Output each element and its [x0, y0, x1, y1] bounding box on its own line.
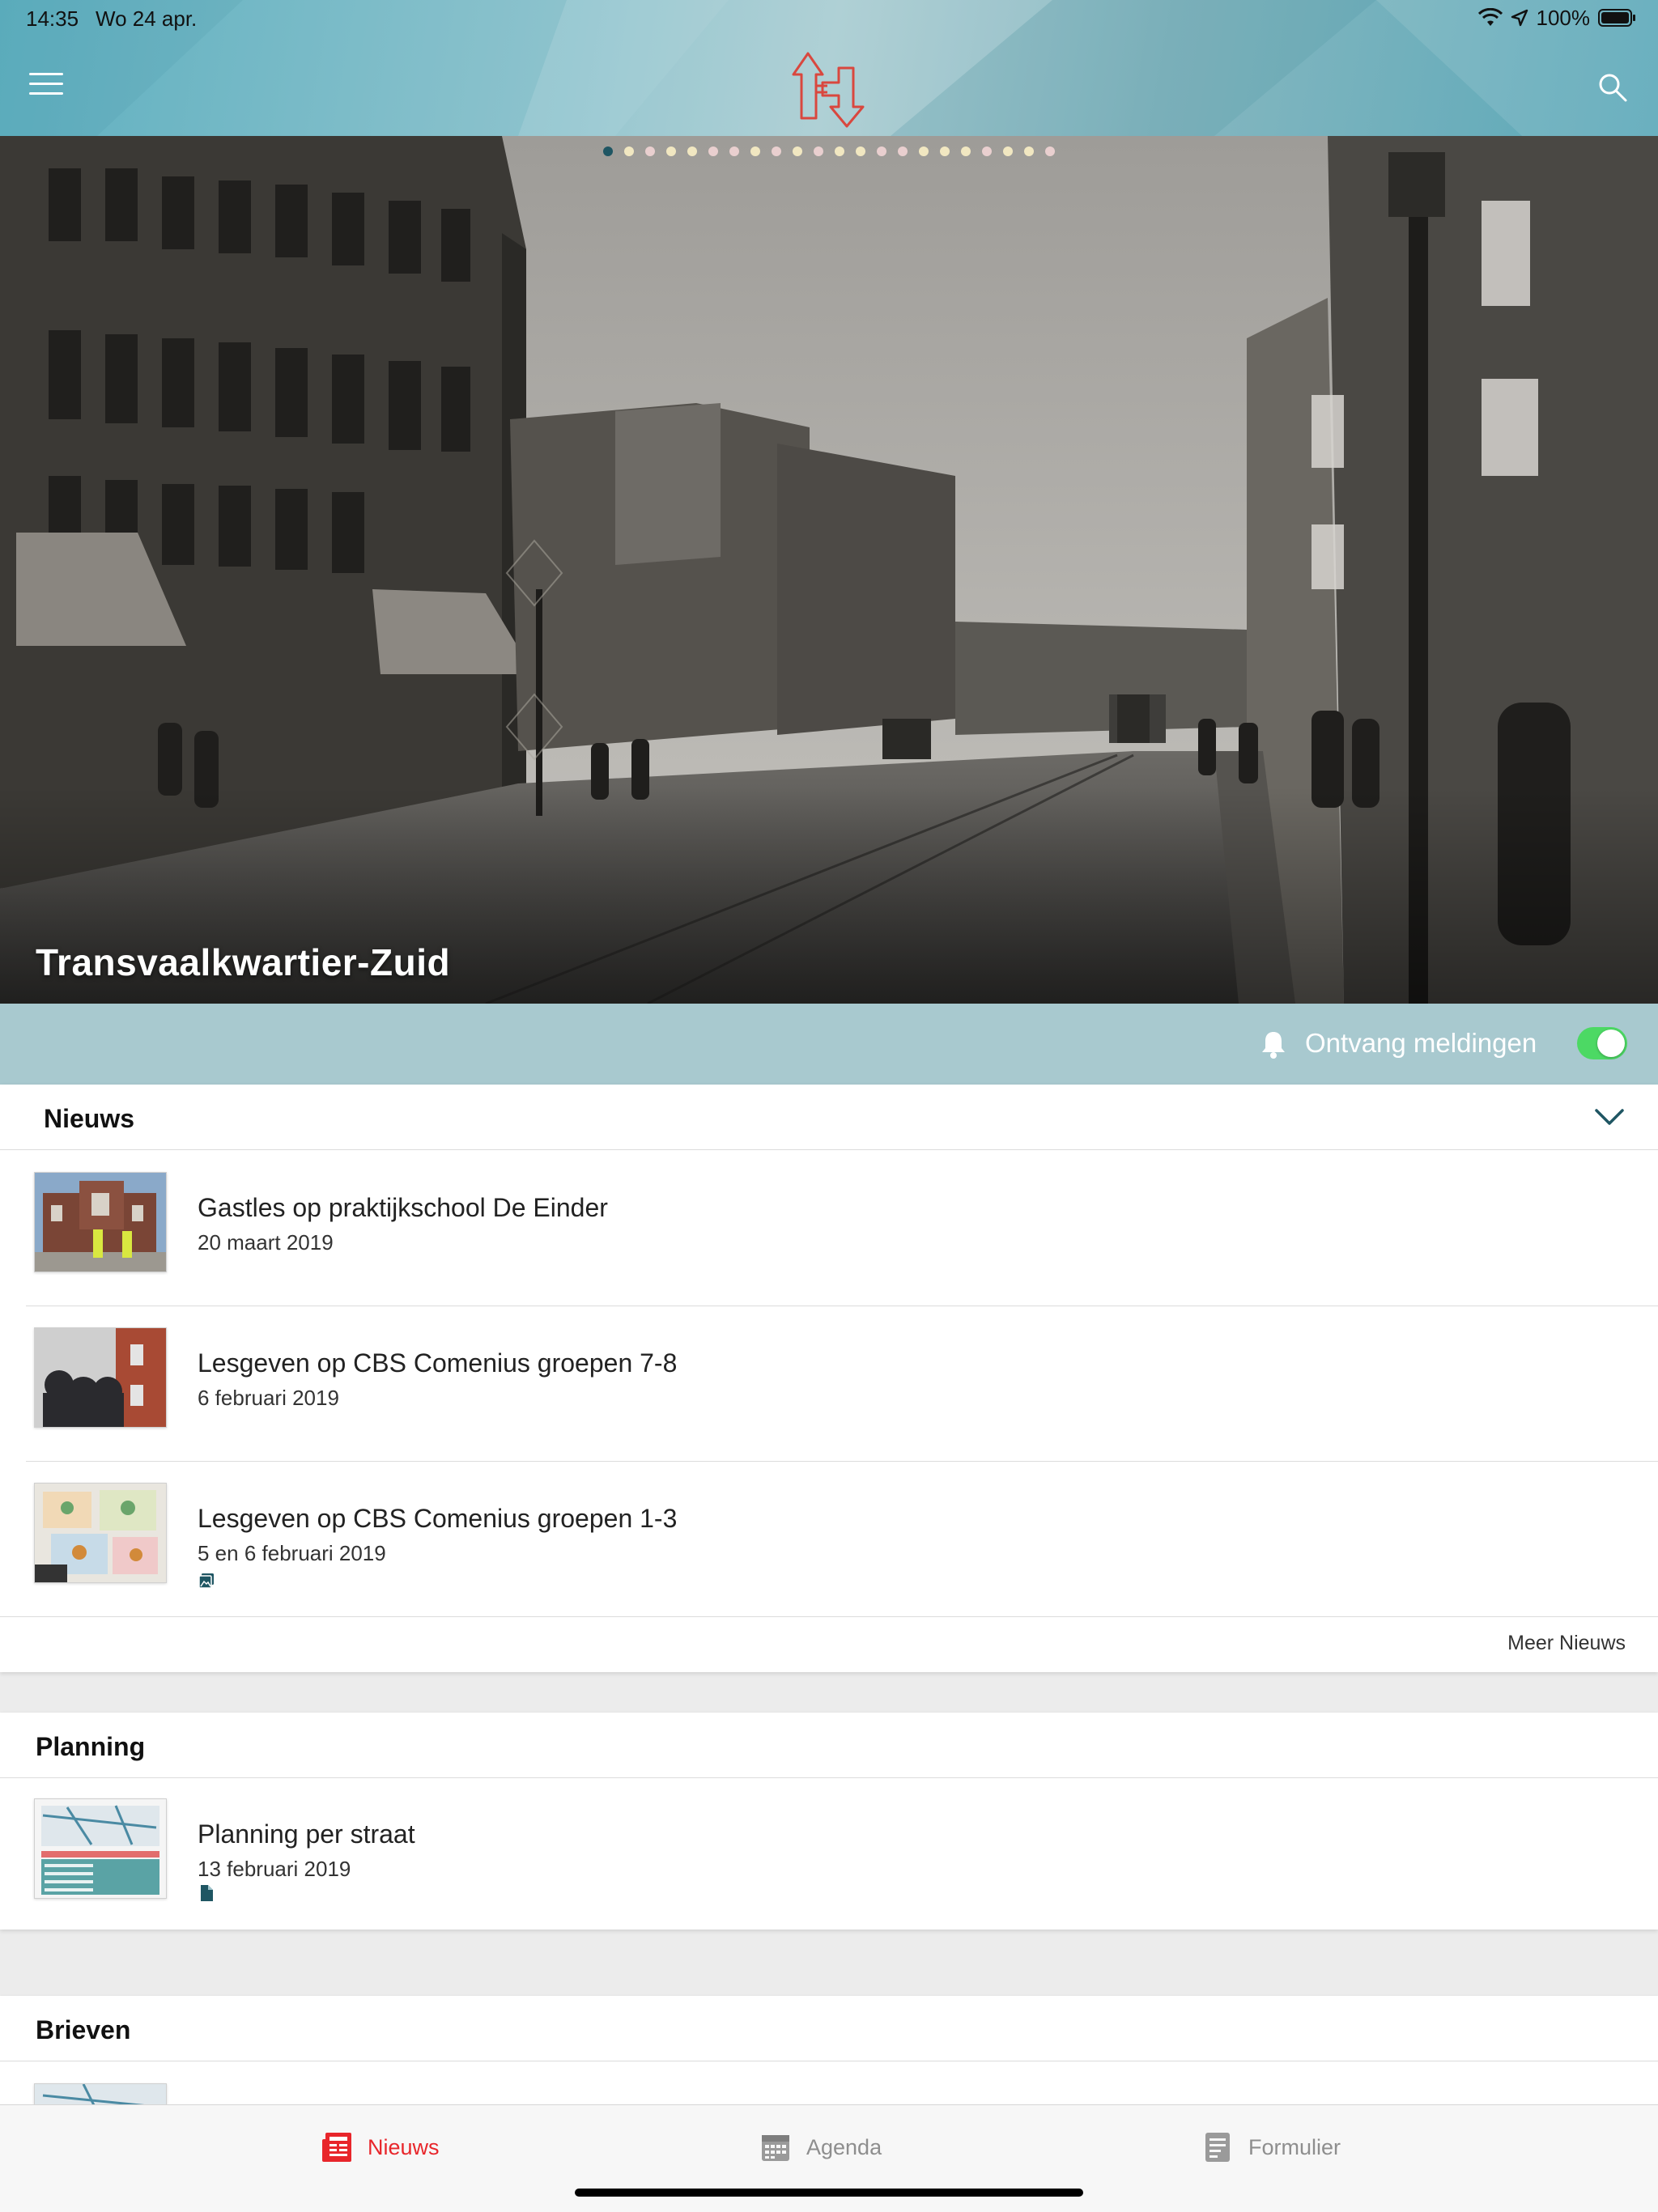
carousel-dot[interactable] — [772, 146, 781, 156]
tab-agenda-label: Agenda — [806, 2134, 882, 2159]
news-item[interactable]: Lesgeven op CBS Comenius groepen 7-8 6 f… — [0, 1306, 1658, 1462]
form-icon — [1205, 2133, 1230, 2162]
news-item-date: 5 en 6 februari 2019 — [198, 1541, 386, 1565]
carousel-dot[interactable] — [1003, 146, 1013, 156]
planning-item[interactable]: Planning per straat 13 februari 2019 — [0, 1779, 1658, 1930]
chevron-down-icon[interactable] — [1593, 1107, 1626, 1127]
tab-nieuws[interactable]: Nieuws — [321, 2129, 440, 2165]
battery-percent: 100% — [1536, 5, 1591, 30]
hamburger-icon — [29, 73, 63, 75]
letters-header: Brieven — [0, 1996, 1658, 2061]
tab-agenda[interactable]: Agenda — [759, 2129, 882, 2165]
news-item-title: Gastles op praktijkschool De Einder — [198, 1193, 608, 1222]
document-icon — [201, 1885, 213, 1901]
top-bar: 14:35 Wo 24 apr. 100% — [0, 0, 1658, 136]
carousel-dot[interactable] — [708, 146, 718, 156]
carousel-dot[interactable] — [729, 146, 739, 156]
news-thumbnail — [34, 1483, 167, 1583]
carousel-dot[interactable] — [645, 146, 655, 156]
wifi-icon — [1477, 8, 1503, 26]
news-item-title: Lesgeven op CBS Comenius groepen 1-3 — [198, 1504, 678, 1533]
carousel-dot[interactable] — [982, 146, 992, 156]
search-icon[interactable] — [1596, 71, 1629, 104]
carousel-dot[interactable] — [961, 146, 971, 156]
news-item-title: Lesgeven op CBS Comenius groepen 7-8 — [198, 1348, 678, 1378]
carousel-dot[interactable] — [856, 146, 865, 156]
carousel-dot[interactable] — [603, 146, 613, 156]
news-item[interactable]: Gastles op praktijkschool De Einder 20 m… — [0, 1151, 1658, 1306]
news-card: Nieuws Gastles op praktijkschool De Eind… — [0, 1085, 1658, 1672]
carousel-dot[interactable] — [1045, 146, 1055, 156]
hamburger-menu-button[interactable] — [29, 73, 68, 100]
planning-item-title: Planning per straat — [198, 1819, 415, 1849]
news-item-date: 20 maart 2019 — [198, 1230, 334, 1255]
news-thumbnail — [34, 1327, 167, 1428]
toggle-knob — [1597, 1030, 1625, 1057]
news-thumbnail — [34, 1172, 167, 1272]
bell-icon — [1262, 1032, 1285, 1059]
notifications-label: Ontvang meldingen — [1305, 1028, 1537, 1058]
carousel-dot[interactable] — [919, 146, 929, 156]
battery-icon — [1598, 9, 1635, 27]
carousel-dot[interactable] — [877, 146, 886, 156]
status-date: Wo 24 apr. — [96, 6, 198, 31]
hero-carousel[interactable] — [0, 136, 1658, 1004]
carousel-dot[interactable] — [750, 146, 760, 156]
carousel-dot[interactable] — [814, 146, 823, 156]
tab-formulier-label: Formulier — [1248, 2134, 1341, 2159]
image-icon — [198, 1573, 214, 1589]
news-title: Nieuws — [44, 1104, 135, 1133]
carousel-dot[interactable] — [940, 146, 950, 156]
carousel-dot[interactable] — [1024, 146, 1034, 156]
divider — [0, 1616, 1658, 1617]
location-arrow-icon — [1511, 9, 1528, 27]
news-item-date: 6 februari 2019 — [198, 1386, 339, 1410]
carousel-dot[interactable] — [666, 146, 676, 156]
notifications-toggle[interactable] — [1577, 1027, 1627, 1059]
planning-header: Planning — [0, 1713, 1658, 1778]
planning-item-date: 13 februari 2019 — [198, 1857, 351, 1881]
hero-title: Transvaalkwartier-Zuid — [36, 941, 451, 983]
newspaper-icon — [322, 2133, 351, 2162]
status-time: 14:35 — [26, 6, 79, 31]
carousel-pagination[interactable] — [0, 146, 1658, 156]
planning-title: Planning — [36, 1732, 146, 1761]
hero-image — [0, 136, 1658, 1004]
carousel-dot[interactable] — [687, 146, 697, 156]
h-arrow-logo — [792, 52, 865, 128]
carousel-dot[interactable] — [793, 146, 802, 156]
carousel-dot[interactable] — [835, 146, 844, 156]
calendar-icon — [762, 2135, 789, 2161]
carousel-dot[interactable] — [898, 146, 908, 156]
home-indicator[interactable] — [575, 2189, 1083, 2197]
more-news-link[interactable]: Meer Nieuws — [1507, 1632, 1626, 1655]
status-icons: 100% — [1477, 5, 1638, 31]
tab-formulier[interactable]: Formulier — [1201, 2129, 1341, 2165]
letters-card: Brieven — [0, 1996, 1658, 2117]
news-item[interactable]: Lesgeven op CBS Comenius groepen 1-3 5 e… — [0, 1462, 1658, 1617]
news-header[interactable]: Nieuws — [0, 1085, 1658, 1150]
carousel-dot[interactable] — [624, 146, 634, 156]
planning-thumbnail — [34, 1798, 167, 1899]
letters-title: Brieven — [36, 2015, 131, 2044]
tab-nieuws-label: Nieuws — [368, 2134, 440, 2159]
planning-card: Planning Planning per straat 13 februari… — [0, 1713, 1658, 1930]
